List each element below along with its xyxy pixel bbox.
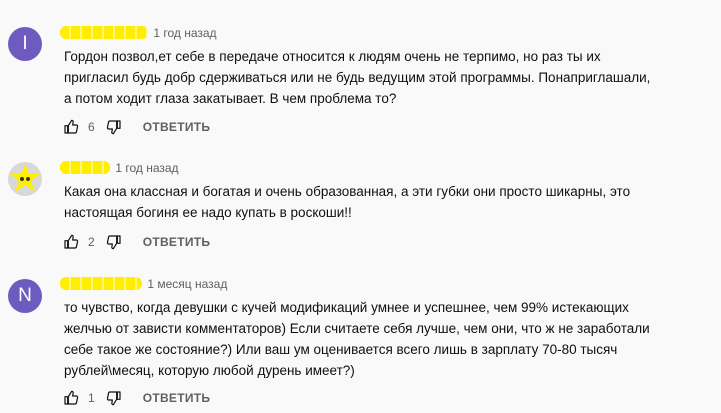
redacted-username[interactable] bbox=[60, 161, 110, 174]
comment-actions: 2 ОТВЕТИТЬ bbox=[62, 232, 210, 252]
comment-text: Гордон позвол,ет себе в передаче относит… bbox=[64, 49, 651, 106]
thumbs-down-icon[interactable] bbox=[105, 118, 123, 136]
redacted-username[interactable] bbox=[60, 277, 142, 290]
redacted-avatar-icon bbox=[10, 164, 40, 192]
avatar[interactable]: N bbox=[8, 279, 42, 313]
avatar[interactable] bbox=[8, 162, 42, 196]
reply-button[interactable]: ОТВЕТИТЬ bbox=[143, 120, 211, 134]
thumbs-up-icon[interactable] bbox=[62, 118, 80, 136]
comment-text: Какая она классная и богатая и очень обр… bbox=[64, 184, 631, 220]
comment-timestamp[interactable]: 1 месяц назад bbox=[147, 277, 227, 291]
reply-button[interactable]: ОТВЕТИТЬ bbox=[143, 235, 211, 249]
like-count: 6 bbox=[88, 120, 95, 134]
like-count: 1 bbox=[88, 391, 95, 405]
comment-header: 1 год назад bbox=[60, 25, 217, 41]
comment-text: то чувство, когда девушки с кучей модифи… bbox=[64, 300, 650, 378]
comment-timestamp[interactable]: 1 год назад bbox=[115, 161, 178, 175]
thumbs-down-icon[interactable] bbox=[105, 389, 123, 407]
redacted-username[interactable] bbox=[60, 26, 148, 39]
comment-header: 1 год назад bbox=[60, 160, 179, 176]
comment-header: 1 месяц назад bbox=[60, 276, 227, 292]
comment-actions: 6 ОТВЕТИТЬ bbox=[62, 117, 210, 137]
avatar[interactable]: I bbox=[8, 27, 42, 61]
like-count: 2 bbox=[88, 235, 95, 249]
comment-actions: 1 ОТВЕТИТЬ bbox=[62, 388, 210, 408]
comment-timestamp[interactable]: 1 год назад bbox=[153, 26, 216, 40]
thumbs-up-icon[interactable] bbox=[62, 233, 80, 251]
thumbs-up-icon[interactable] bbox=[62, 389, 80, 407]
thumbs-down-icon[interactable] bbox=[105, 233, 123, 251]
reply-button[interactable]: ОТВЕТИТЬ bbox=[143, 391, 211, 405]
